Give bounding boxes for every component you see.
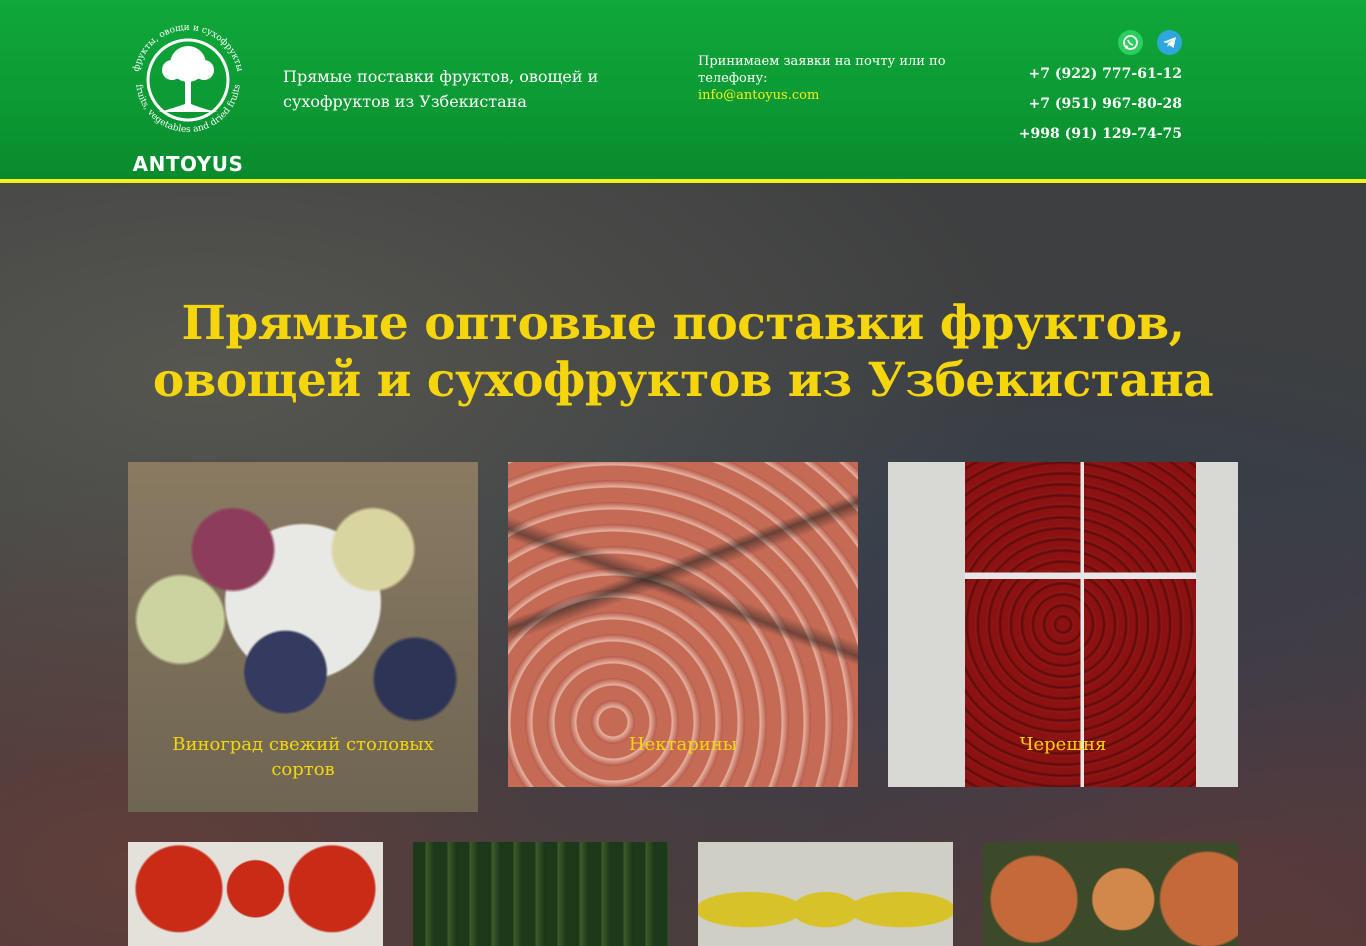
hero-title: Прямые оптовые поставки фруктов, овощей … <box>152 296 1214 408</box>
contact-info: Принимаем заявки на почту или по телефон… <box>698 53 968 104</box>
product-card-grapes[interactable]: Виноград свежий столовых сортов <box>128 462 478 812</box>
product-card-cherries[interactable]: Черешня <box>888 462 1238 787</box>
logo-tree-emblem: фрукты, овощи и сухофрукты fruits, veget… <box>132 23 245 135</box>
product-card-cucumbers[interactable] <box>413 842 668 946</box>
product-card-nectarines[interactable]: Нектарины <box>508 462 858 787</box>
product-card-tomatoes[interactable] <box>128 842 383 946</box>
product-card-label: Виноград свежий столовых сортов <box>172 734 434 780</box>
product-card-label: Нектарины <box>628 734 738 755</box>
logo-text: ANTOYUS <box>132 152 244 176</box>
messenger-links <box>1118 30 1184 56</box>
site-header: фрукты, овощи и сухофрукты fruits, veget… <box>0 0 1366 179</box>
phone-link[interactable]: +998 (91) 129-74-75 <box>1010 122 1182 152</box>
contact-text: Принимаем заявки на почту или по телефон… <box>698 54 946 86</box>
product-card-melons[interactable] <box>698 842 953 946</box>
hero-section: Прямые оптовые поставки фруктов, овощей … <box>0 183 1366 946</box>
phone-link[interactable]: +7 (951) 967-80-28 <box>1010 92 1182 122</box>
phone-list: +7 (922) 777-61-12 +7 (951) 967-80-28 +9… <box>1010 62 1182 152</box>
whatsapp-icon[interactable] <box>1118 30 1143 55</box>
phone-link[interactable]: +7 (922) 777-61-12 <box>1010 62 1182 92</box>
email-link[interactable]: info@antoyus.com <box>698 87 968 104</box>
logo[interactable]: фрукты, овощи и сухофрукты fruits, veget… <box>128 14 248 176</box>
telegram-icon[interactable] <box>1157 30 1182 55</box>
header-tagline: Прямые поставки фруктов, овощей и сухофр… <box>283 67 599 111</box>
product-card-label: Черешня <box>1019 734 1107 755</box>
product-card-peaches[interactable] <box>983 842 1238 946</box>
